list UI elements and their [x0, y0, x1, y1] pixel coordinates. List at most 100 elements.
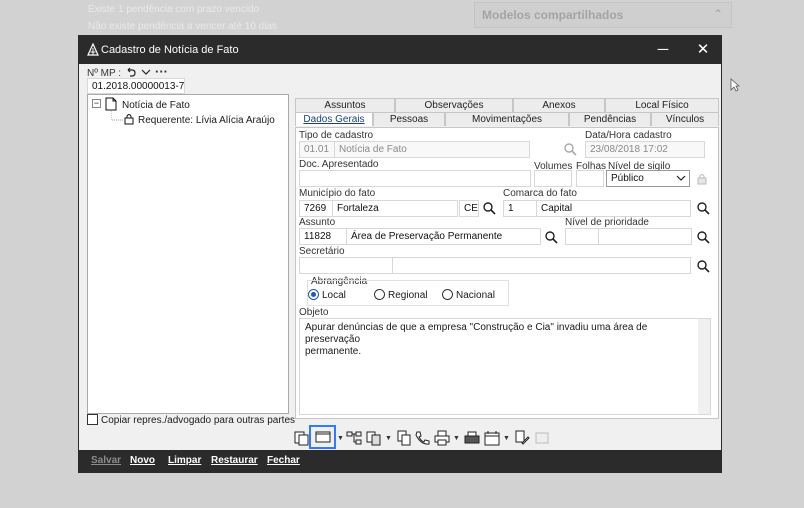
chevron-up-icon: ⌃ — [712, 7, 723, 21]
municipio-field[interactable]: Fortaleza — [332, 200, 458, 217]
print-dropdown-caret[interactable]: ▼ — [453, 435, 460, 442]
secretario-field[interactable] — [392, 257, 691, 274]
close-button[interactable]: ✕ — [685, 36, 721, 64]
limpar-button[interactable]: Limpar — [168, 455, 201, 466]
print-icon[interactable] — [433, 429, 451, 447]
radio-regional-dot[interactable] — [374, 289, 385, 300]
tab-dados-gerais[interactable]: Dados Gerais — [295, 112, 373, 126]
phone-icon[interactable] — [413, 429, 431, 447]
assunto-code-field[interactable]: 11828 — [299, 228, 347, 245]
prioridade-code-field[interactable] — [565, 228, 599, 245]
action-bar: Salvar Novo Limpar Restaurar Fechar — [79, 450, 721, 472]
data-hora-label: Data/Hora cadastro — [585, 130, 672, 141]
document-icon — [105, 97, 117, 111]
restaurar-button[interactable]: Restaurar — [211, 455, 258, 466]
radio-nacional-dot[interactable] — [442, 289, 453, 300]
lock-icon[interactable] — [696, 172, 708, 185]
objeto-label: Objeto — [299, 307, 329, 318]
search-icon[interactable] — [563, 142, 577, 156]
tab-assuntos[interactable]: Assuntos — [295, 98, 395, 112]
dialog-title: Cadastro de Notícia de Fato — [101, 44, 239, 56]
edit-document-icon[interactable] — [513, 429, 531, 447]
documents-icon[interactable] — [365, 429, 383, 447]
background-notice-2: Não existe pendência a vencer até 10 dia… — [88, 21, 278, 32]
tree-requerente-node[interactable]: Requerente: Lívia Alícia Araújo — [138, 115, 275, 126]
folder-dropdown-caret[interactable]: ▼ — [337, 435, 344, 442]
search-icon[interactable] — [696, 230, 710, 244]
salvar-button[interactable]: Salvar — [91, 455, 121, 466]
assunto-field[interactable]: Área de Preservação Permanente — [346, 228, 541, 245]
lock-person-icon — [124, 114, 134, 125]
municipio-code-field[interactable]: 7269 — [299, 200, 333, 217]
volumes-field[interactable] — [534, 170, 572, 187]
calendar-icon[interactable] — [483, 429, 501, 447]
folhas-field[interactable] — [576, 170, 604, 187]
doc-apresentado-field[interactable] — [299, 170, 531, 187]
tipo-cadastro-label: Tipo de cadastro — [299, 130, 374, 141]
tab-anexos[interactable]: Anexos — [513, 98, 605, 112]
chevron-down-icon[interactable] — [141, 68, 151, 76]
objeto-scrollbar[interactable] — [698, 319, 710, 414]
tab-observacoes[interactable]: Observações — [395, 98, 513, 112]
tipo-cadastro-field: Notícia de Fato — [334, 141, 530, 158]
printer-icon[interactable] — [463, 429, 481, 447]
search-icon[interactable] — [696, 259, 710, 273]
data-hora-field: 23/08/2018 17:02 — [585, 141, 705, 158]
folder-button[interactable] — [309, 425, 336, 449]
copy-checkbox-box[interactable] — [87, 414, 98, 425]
uf-field[interactable]: CE — [459, 200, 479, 217]
documents-dropdown-caret[interactable]: ▼ — [385, 435, 392, 442]
tab-strip: Assuntos Observações Anexos Local Físico… — [295, 98, 719, 126]
hierarchy-icon[interactable] — [345, 429, 363, 447]
radio-regional[interactable]: Regional — [374, 289, 427, 301]
radio-local[interactable]: Local — [308, 289, 346, 301]
secretario-code-field[interactable] — [299, 257, 393, 274]
tab-pendencias[interactable]: Pendências — [569, 112, 651, 126]
radio-nacional[interactable]: Nacional — [442, 289, 495, 301]
app-logo-icon — [87, 43, 99, 56]
novo-button[interactable]: Novo — [130, 455, 155, 466]
radio-regional-label: Regional — [388, 290, 428, 301]
tab-movimentacoes[interactable]: Movimentações — [445, 112, 569, 126]
tipo-cadastro-code: 01.01 — [299, 141, 335, 158]
comarca-label: Comarca do fato — [503, 188, 577, 199]
mp-number-field[interactable]: 01.2018.00000013-7 — [87, 78, 185, 94]
search-icon[interactable] — [482, 201, 496, 215]
comarca-field[interactable]: Capital — [536, 200, 691, 217]
tab-local-fisico[interactable]: Local Físico — [605, 98, 719, 112]
undo-icon[interactable] — [125, 66, 137, 78]
objeto-line-1: Apurar denúncias de que a empresa "Const… — [305, 322, 648, 345]
dialog-titlebar: Cadastro de Notícia de Fato ─ ✕ — [79, 36, 721, 64]
prioridade-label: Nível de prioridade — [565, 217, 649, 228]
prioridade-field[interactable] — [598, 228, 692, 245]
tree-root-node[interactable]: Notícia de Fato — [122, 100, 190, 111]
radio-local-label: Local — [322, 290, 346, 301]
search-icon[interactable] — [696, 201, 710, 215]
radio-nacional-label: Nacional — [456, 290, 495, 301]
tab-vinculos[interactable]: Vínculos — [651, 112, 719, 126]
fechar-button[interactable]: Fechar — [267, 455, 300, 466]
calendar-dropdown-caret[interactable]: ▼ — [503, 435, 510, 442]
search-icon[interactable] — [544, 230, 558, 244]
municipio-label: Município do fato — [299, 188, 376, 199]
disabled-tool-icon — [535, 432, 549, 444]
record-toolbar: ▼ ▼ ▼ ▼ — [289, 425, 569, 449]
sigilo-select[interactable]: Público — [606, 170, 690, 187]
chevron-down-icon — [676, 175, 686, 181]
more-options-icon[interactable]: ··· — [155, 64, 168, 79]
comarca-code-field[interactable]: 1 — [503, 200, 537, 217]
cadastro-dialog: Cadastro de Notícia de Fato ─ ✕ Nº MP : … — [78, 35, 722, 473]
assunto-label: Assunto — [299, 217, 336, 228]
mouse-cursor-icon — [730, 78, 740, 92]
abrangencia-group: Local Regional Nacional — [307, 280, 509, 306]
shared-models-title: Modelos compartilhados — [482, 8, 624, 22]
copy-representative-checkbox[interactable]: Copiar repres./advogado para outras part… — [87, 414, 295, 426]
secretario-label: Secretário — [299, 246, 345, 257]
minimize-button[interactable]: ─ — [645, 36, 681, 64]
radio-local-dot[interactable] — [308, 289, 319, 300]
tab-pessoas[interactable]: Pessoas — [373, 112, 445, 126]
record-tree: − Notícia de Fato Requerente: Lívia Alíc… — [87, 94, 289, 414]
tree-collapse-icon[interactable]: − — [92, 99, 101, 108]
duplicate-icon[interactable] — [395, 429, 413, 447]
objeto-textarea[interactable]: Apurar denúncias de que a empresa "Const… — [299, 318, 711, 415]
